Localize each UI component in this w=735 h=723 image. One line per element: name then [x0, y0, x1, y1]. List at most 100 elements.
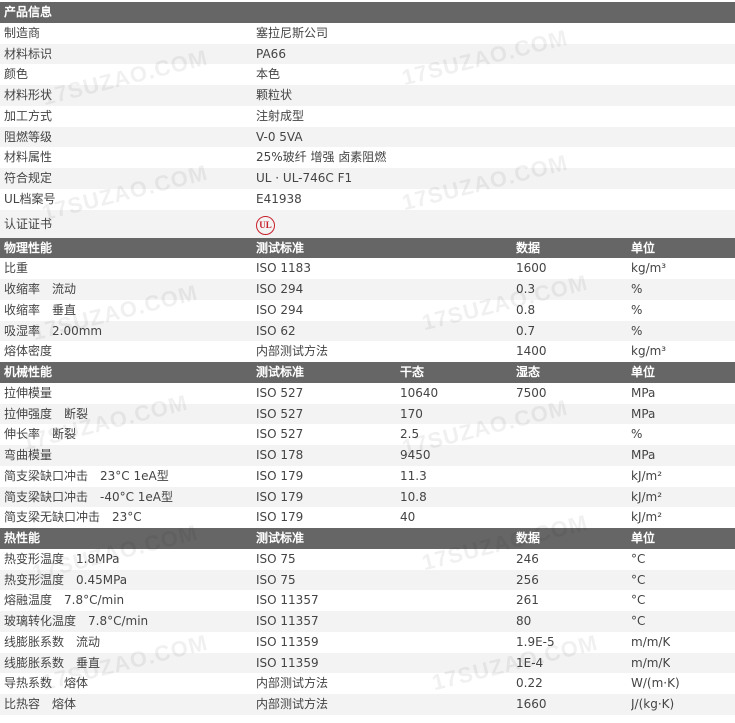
column-header: 测试标准 [256, 240, 305, 255]
property-label: 玻璃转化温度 7.8°C/min [4, 614, 149, 628]
unit: °C [631, 614, 646, 628]
property-label: 伸长率 断裂 [4, 427, 77, 442]
column-header: 测试标准 [256, 531, 305, 545]
table-row: 导热系数 熔体 内部测试方法 0.22 W/(m·K) [0, 673, 735, 694]
property-label: 阻燃等级 [4, 129, 53, 144]
test-standard: ISO 11359 [256, 634, 319, 649]
value: 261 [516, 593, 539, 608]
table-row: 加工方式 注射成型 [0, 106, 735, 127]
unit: m/m/K [631, 655, 671, 670]
property-label: 热变形温度 0.45MPa [4, 572, 128, 587]
value: 80 [516, 614, 532, 628]
unit: kJ/m² [631, 468, 663, 483]
test-standard: ISO 179 [256, 510, 304, 525]
section-title: 热性能 [4, 531, 41, 545]
test-standard: 内部测试方法 [256, 676, 329, 691]
property-value: E41938 [256, 191, 302, 206]
property-value: UL · UL-746C F1 [256, 171, 353, 185]
ul-certificate-icon: UL [256, 210, 275, 238]
section-title: 物理性能 [4, 240, 53, 255]
property-label: 线膨胀系数 流动 [4, 634, 101, 649]
value: 0.8 [516, 302, 536, 317]
test-standard: ISO 527 [256, 406, 304, 421]
property-label: 材料形状 [4, 88, 53, 102]
table-row: 符合规定 UL · UL-746C F1 [0, 168, 735, 189]
table-row: 认证证书 UL [0, 209, 735, 238]
property-value: V-0 5VA [256, 129, 303, 144]
property-value: 塞拉尼斯公司 [256, 25, 329, 40]
value: 170 [400, 406, 423, 421]
unit: MPa [631, 448, 656, 462]
property-label: 线膨胀系数 垂直 [4, 655, 101, 670]
property-label: 符合规定 [4, 171, 53, 185]
test-standard: ISO 62 [256, 323, 296, 338]
unit: kg/m³ [631, 344, 667, 359]
table-row: 线膨胀系数 垂直 ISO 11359 1E-4 m/m/K [0, 652, 735, 674]
value: 1E-4 [516, 655, 544, 670]
ul-logo-icon: UL [256, 215, 275, 235]
table-row: 玻璃转化温度 7.8°C/min ISO 11357 80 °C [0, 611, 735, 632]
test-standard: ISO 1183 [256, 261, 311, 276]
unit: MPa [631, 385, 656, 400]
table-row: 拉伸模量 ISO 527 10640 7500 MPa [0, 383, 735, 404]
property-label: 拉伸模量 [4, 385, 53, 400]
section-header: 产品信息 [0, 2, 735, 23]
unit: % [631, 302, 643, 317]
value: 0.7 [516, 323, 536, 338]
unit: % [631, 323, 643, 338]
test-standard: ISO 75 [256, 551, 296, 566]
property-label: 颜色 [4, 67, 29, 82]
table-row: 制造商 塞拉尼斯公司 [0, 23, 735, 44]
value: 0.3 [516, 282, 536, 296]
column-header: 湿态 [516, 365, 541, 379]
unit: % [631, 282, 643, 296]
value: 10640 [400, 385, 439, 400]
test-standard: ISO 294 [256, 302, 304, 317]
property-label: 导热系数 熔体 [4, 676, 89, 691]
property-label: 热变形温度 1.8MPa [4, 551, 120, 566]
test-standard: ISO 11357 [256, 593, 319, 608]
property-label: UL档案号 [4, 191, 56, 206]
unit: kJ/m² [631, 510, 663, 525]
unit: °C [631, 593, 646, 608]
column-header: 单位 [631, 240, 656, 255]
test-standard: ISO 179 [256, 489, 304, 504]
value: 256 [516, 572, 539, 587]
property-label: 认证证书 [4, 216, 53, 231]
test-standard: ISO 179 [256, 468, 304, 483]
property-value: 本色 [256, 67, 281, 82]
column-header: 单位 [631, 531, 656, 545]
section-header: 热性能 测试标准 数据 单位 [0, 528, 735, 549]
table-row: 材料形状 颗粒状 [0, 85, 735, 106]
property-label: 熔融温度 7.8°C/min [4, 593, 125, 608]
test-standard: ISO 527 [256, 427, 304, 442]
test-standard: ISO 11357 [256, 614, 319, 628]
table-row: 比重 ISO 1183 1600 kg/m³ [0, 258, 735, 279]
section-title: 机械性能 [4, 365, 53, 379]
unit: % [631, 427, 643, 442]
property-value: 颗粒状 [256, 88, 293, 102]
unit: MPa [631, 406, 656, 421]
property-label: 比热容 熔体 [4, 697, 77, 711]
table-row: 简支梁无缺口冲击 23°C ISO 179 40 kJ/m² [0, 507, 735, 528]
table-row: 热变形温度 1.8MPa ISO 75 246 °C [0, 549, 735, 570]
test-standard: ISO 11359 [256, 655, 319, 670]
table-row: 热变形温度 0.45MPa ISO 75 256 °C [0, 569, 735, 591]
property-label: 制造商 [4, 25, 41, 40]
table-row: 材料属性 25%玻纤 增强 卤素阻燃 [0, 147, 735, 168]
column-header: 干态 [400, 365, 425, 379]
unit: kJ/m² [631, 489, 663, 504]
table-row: 收缩率 垂直 ISO 294 0.8% [0, 300, 735, 321]
section-title: 产品信息 [4, 5, 53, 19]
property-label: 简支梁缺口冲击 23°C 1eA型 [4, 468, 169, 483]
table-row: 材料标识 PA66 [0, 43, 735, 65]
property-label: 比重 [4, 261, 29, 276]
value: 9450 [400, 448, 431, 462]
table-row: 拉伸强度 断裂 ISO 527 170 MPa [0, 403, 735, 425]
value: 1660 [516, 697, 547, 711]
table-row: 阻燃等级 V-0 5VA [0, 126, 735, 148]
value: 40 [400, 510, 416, 525]
test-standard: ISO 294 [256, 282, 304, 296]
table-row: 伸长率 断裂 ISO 527 2.5% [0, 424, 735, 445]
table-row: 熔体密度 内部测试方法 1400 kg/m³ [0, 341, 735, 362]
